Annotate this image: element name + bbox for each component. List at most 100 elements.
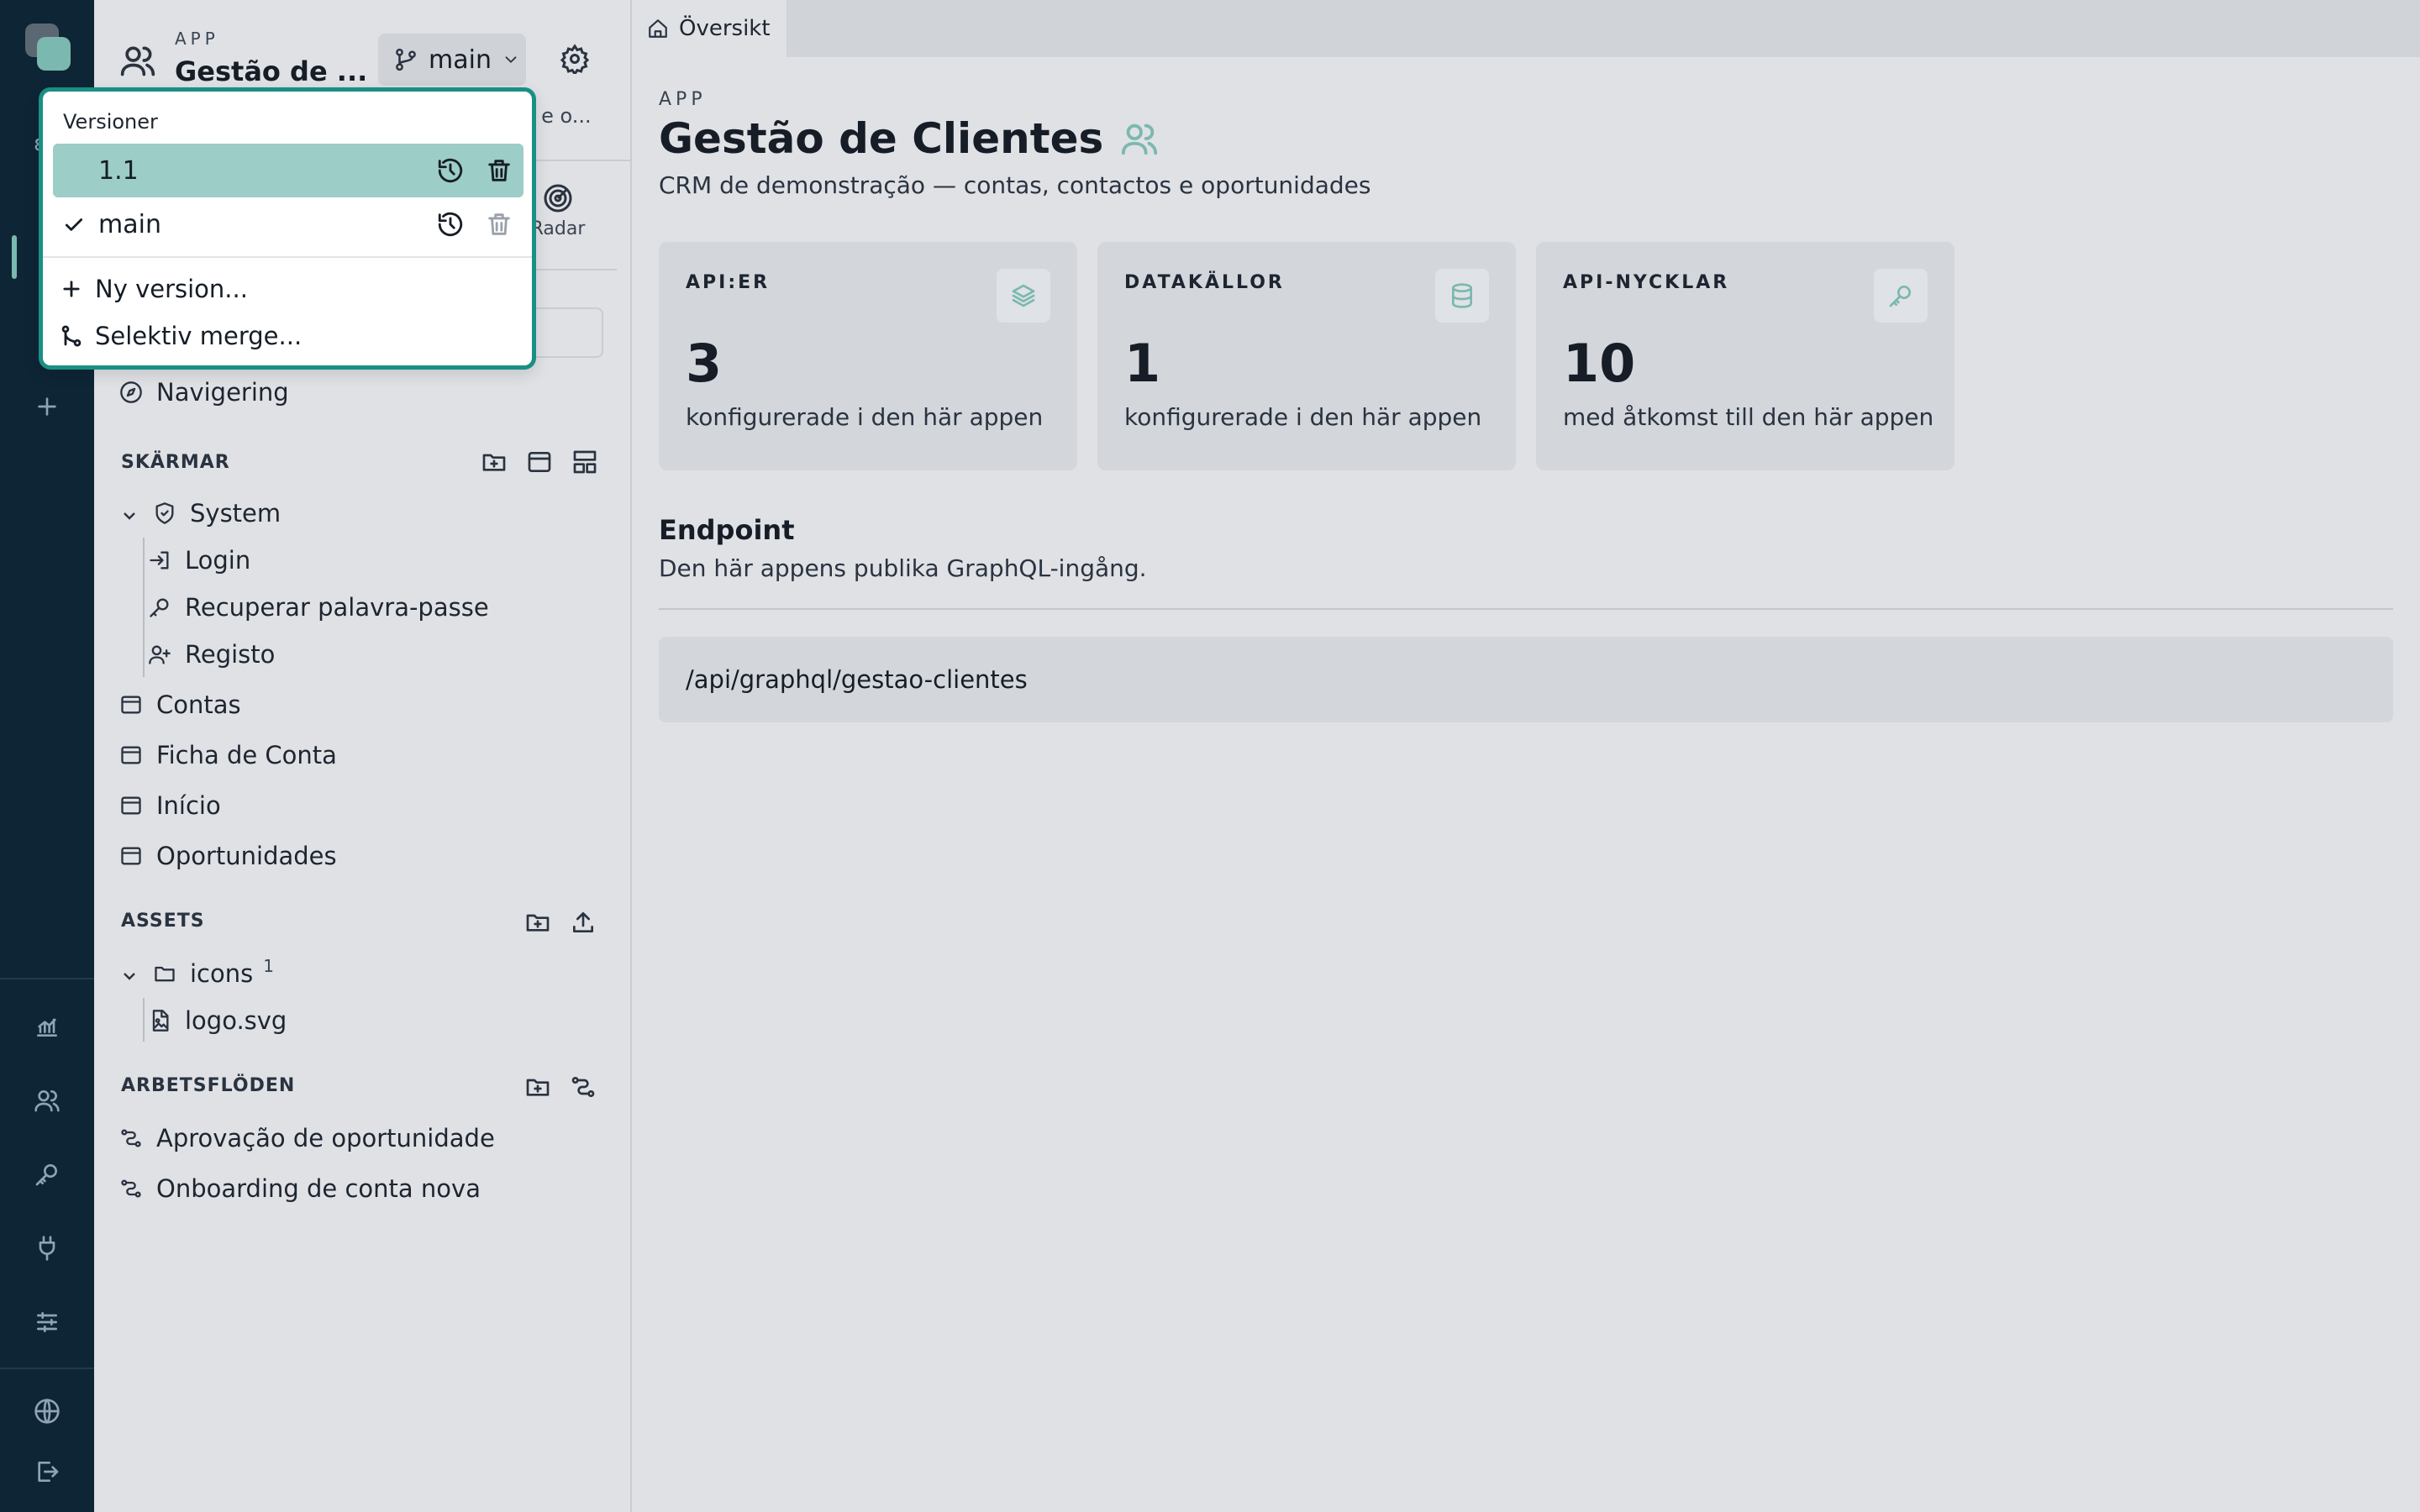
screen-item-login[interactable]: Login: [148, 539, 250, 581]
key-icon: [148, 596, 171, 619]
tree-folder-icons[interactable]: icons 1: [119, 953, 274, 995]
workflow-icon: [119, 1177, 143, 1200]
screen-icon: [119, 844, 143, 868]
nav-item-label: Navigering: [156, 378, 289, 407]
branch-label: main: [429, 45, 492, 75]
new-folder-icon[interactable]: [481, 449, 508, 475]
screen-item-registo[interactable]: Registo: [148, 633, 275, 675]
stat-subtext: konfigurerade i den här appen: [1124, 403, 1482, 431]
screen-label: Ficha de Conta: [156, 741, 337, 769]
stat-label: API:ER: [686, 272, 771, 293]
screen-item-inicio[interactable]: Início: [119, 785, 221, 827]
tree-guide: [143, 538, 145, 677]
globe-icon[interactable]: [27, 1391, 67, 1431]
sliders-icon[interactable]: [27, 1302, 67, 1342]
tree-folder-system[interactable]: System: [119, 492, 281, 534]
branch-selector-button[interactable]: main: [378, 34, 526, 86]
screen-item-oportunidades[interactable]: Oportunidades: [119, 835, 337, 877]
screen-label: Início: [156, 791, 221, 820]
stat-label: API-NYCKLAR: [1563, 272, 1730, 293]
layers-icon: [997, 269, 1050, 323]
workflow-item-onboarding[interactable]: Onboarding de conta nova: [119, 1168, 481, 1210]
tab-bar: [632, 0, 2420, 57]
workflows-actions: [524, 1074, 597, 1100]
upload-icon[interactable]: [570, 909, 597, 936]
stat-card-api-nycklar[interactable]: API-NYCKLAR 10 med åtkomst till den här …: [1536, 242, 1954, 470]
tab-oversikt[interactable]: Översikt: [632, 0, 786, 57]
versions-popup: Versioner 1.1 main Ny version... Selekti…: [39, 87, 536, 370]
selective-merge-button[interactable]: Selektiv merge...: [60, 322, 302, 350]
rail-divider-2: [0, 1368, 94, 1369]
folder-icon: [153, 962, 176, 985]
version-label: main: [98, 209, 161, 239]
new-folder-icon[interactable]: [524, 909, 551, 936]
endpoint-title: Endpoint: [659, 514, 795, 546]
search-input[interactable]: [531, 307, 603, 358]
user-plus-icon: [148, 643, 171, 666]
chevron-down-icon: [505, 56, 517, 63]
folder-count-badge: 1: [263, 956, 274, 976]
stat-value: 1: [1124, 333, 1161, 394]
chevron-down-icon[interactable]: [119, 503, 139, 523]
users-icon[interactable]: [27, 1080, 67, 1121]
app-name: Gestão de ...: [175, 55, 368, 87]
analytics-icon[interactable]: [27, 1006, 67, 1047]
screen-label: Contas: [156, 690, 241, 719]
version-label: 1.1: [98, 155, 139, 186]
gear-icon[interactable]: [560, 44, 590, 76]
workflow-icon: [119, 1126, 143, 1150]
trash-icon[interactable]: [485, 156, 513, 185]
history-icon[interactable]: [436, 156, 465, 185]
app-logo[interactable]: [25, 24, 71, 71]
stat-value: 3: [686, 333, 723, 394]
tree-guide: [143, 998, 145, 1042]
new-version-button[interactable]: Ny version...: [60, 275, 248, 303]
screen-label: Recuperar palavra-passe: [185, 593, 489, 622]
asset-item-logo[interactable]: logo.svg: [148, 1000, 287, 1042]
popup-title: Versioner: [63, 110, 158, 134]
stat-card-datakallor[interactable]: DATAKÄLLOR 1 konfigurerade i den här app…: [1097, 242, 1516, 470]
app-label: APP: [659, 89, 707, 110]
stat-label: DATAKÄLLOR: [1124, 272, 1285, 293]
version-item-main[interactable]: main: [53, 197, 523, 251]
screen-icon: [119, 743, 143, 767]
new-screen-icon[interactable]: [526, 449, 553, 475]
radar-icon: [543, 183, 573, 213]
logout-icon[interactable]: [27, 1452, 67, 1492]
screen-item-ficha-de-conta[interactable]: Ficha de Conta: [119, 734, 337, 776]
screen-label: Login: [185, 546, 251, 575]
add-icon[interactable]: [27, 386, 67, 427]
section-assets: ASSETS: [121, 911, 205, 932]
trash-icon: [485, 210, 513, 239]
users-icon: [119, 42, 156, 79]
stat-subtext: med åtkomst till den här appen: [1563, 403, 1934, 431]
section-screens: SKÄRMAR: [121, 452, 230, 473]
workflow-item-aprovacao[interactable]: Aprovação de oportunidade: [119, 1117, 495, 1159]
history-icon[interactable]: [436, 210, 465, 239]
merge-icon: [60, 324, 83, 348]
database-icon: [1435, 269, 1489, 323]
endpoint-path[interactable]: /api/graphql/gestao-clientes: [659, 637, 2393, 722]
key-icon: [1874, 269, 1928, 323]
layout-icon[interactable]: [571, 449, 598, 475]
plug-icon[interactable]: [27, 1228, 67, 1268]
check-icon: [63, 213, 85, 235]
endpoint-description: Den här appens publika GraphQL-ingång.: [659, 554, 1147, 582]
action-label: Selektiv merge...: [95, 322, 302, 350]
screen-item-recuperar[interactable]: Recuperar palavra-passe: [148, 586, 489, 628]
tab-label: Översikt: [679, 16, 771, 41]
new-folder-icon[interactable]: [524, 1074, 551, 1100]
app-label: APP: [175, 29, 219, 49]
users-icon: [1120, 119, 1159, 158]
workflow-icon[interactable]: [570, 1074, 597, 1100]
home-icon: [649, 19, 667, 38]
chevron-down-icon[interactable]: [119, 963, 139, 984]
version-item-1-1[interactable]: 1.1: [53, 144, 523, 197]
screen-item-contas[interactable]: Contas: [119, 684, 241, 726]
login-icon: [148, 549, 171, 572]
nav-item-navigering[interactable]: Navigering: [119, 371, 289, 413]
divider: [43, 256, 532, 258]
key-icon[interactable]: [27, 1154, 67, 1194]
stat-card-apis[interactable]: API:ER 3 konfigurerade i den här appen: [659, 242, 1077, 470]
page-title: Gestão de Clientes: [659, 114, 1159, 163]
